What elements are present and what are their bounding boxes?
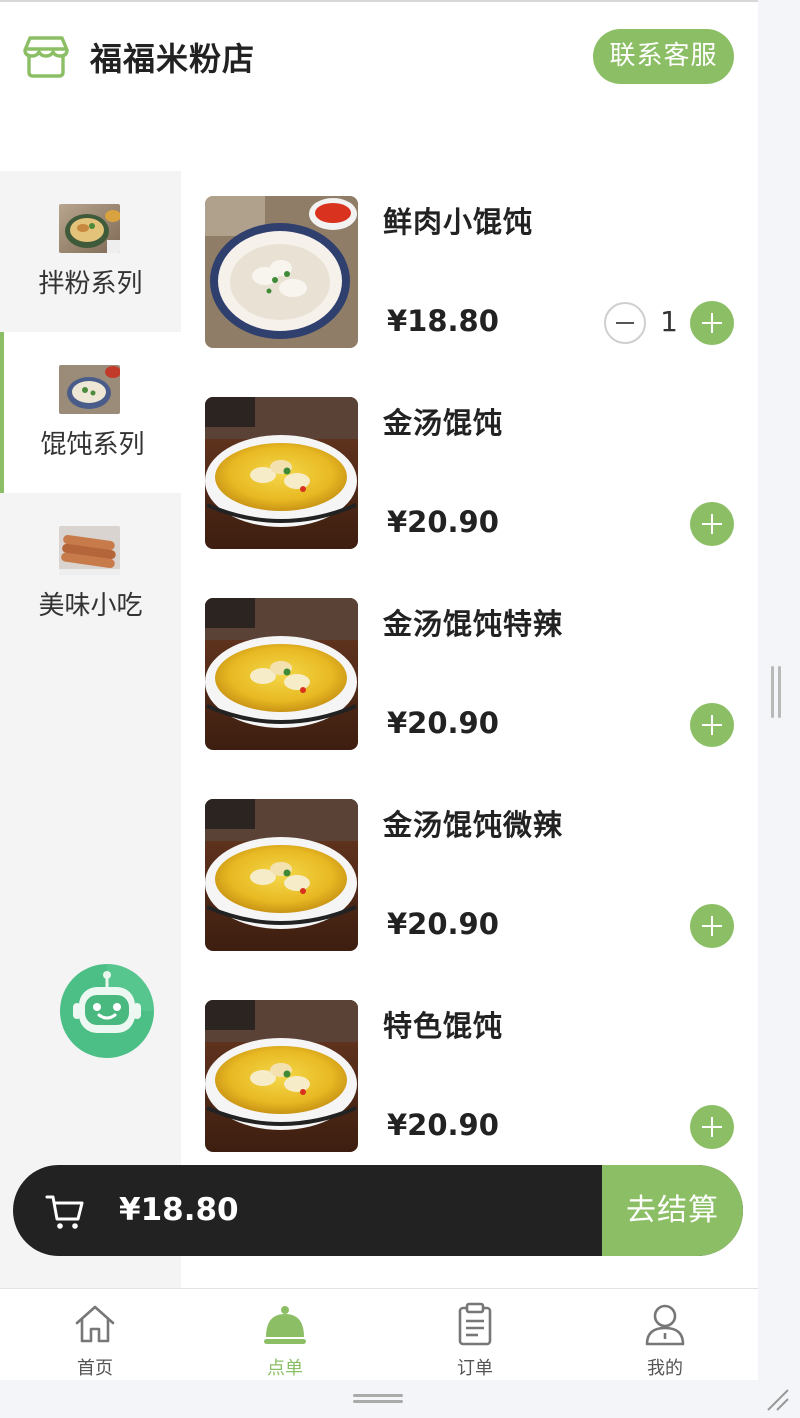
tab-label: 点单 xyxy=(267,1358,303,1379)
product-list: 鲜肉小馄饨 ¥18.80 1 金汤馄饨 ¥20.90 金汤馄饨特辣 ¥20.90… xyxy=(181,171,758,1166)
product-quantity: 1 xyxy=(660,305,678,338)
home-indicator[interactable] xyxy=(353,1394,403,1406)
product-image xyxy=(205,1000,358,1152)
category-thumbnail xyxy=(59,204,120,253)
category-label: 拌粉系列 xyxy=(38,269,143,299)
tab-profile[interactable]: 我的 xyxy=(570,1289,758,1380)
product-item[interactable]: 鲜肉小馄饨 ¥18.80 1 xyxy=(181,171,758,372)
product-item[interactable]: 金汤馄饨 ¥20.90 xyxy=(181,372,758,573)
tab-order[interactable]: 点单 xyxy=(190,1289,380,1380)
decrease-quantity-button[interactable] xyxy=(604,302,646,344)
add-to-cart-button[interactable] xyxy=(690,703,734,747)
product-image xyxy=(205,397,358,549)
bottom-tab-bar: 首页 点单 订单 我的 xyxy=(0,1288,758,1380)
product-item[interactable]: 金汤馄饨微辣 ¥20.90 xyxy=(181,774,758,975)
user-icon xyxy=(645,1304,685,1346)
tab-label: 首页 xyxy=(77,1358,113,1379)
product-name: 特色馄饨 xyxy=(383,1009,504,1043)
product-name: 金汤馄饨 xyxy=(383,406,504,440)
category-thumbnail xyxy=(59,365,120,414)
cart-icon xyxy=(45,1195,84,1229)
category-thumbnail xyxy=(59,526,120,575)
category-label: 美味小吃 xyxy=(38,591,143,621)
category-item-wonton[interactable]: 馄饨系列 xyxy=(0,332,181,493)
product-item[interactable]: 金汤馄饨特辣 ¥20.90 xyxy=(181,573,758,774)
cloche-icon xyxy=(264,1306,306,1344)
tab-label: 我的 xyxy=(647,1358,683,1379)
cart-bar[interactable]: ¥18.80 去结算 xyxy=(13,1165,743,1256)
shop-icon xyxy=(23,36,69,78)
product-name: 鲜肉小馄饨 xyxy=(383,205,534,239)
checkout-button[interactable]: 去结算 xyxy=(602,1165,743,1256)
shop-name: 福福米粉店 xyxy=(90,40,256,78)
category-sidebar: 拌粉系列 馄饨系列 美味小吃 xyxy=(0,171,181,1288)
product-price: ¥20.90 xyxy=(387,907,499,941)
product-image xyxy=(205,196,358,348)
resize-grip-icon[interactable] xyxy=(764,1386,790,1412)
product-price: ¥20.90 xyxy=(387,706,499,740)
product-name: 金汤馄饨特辣 xyxy=(383,607,564,641)
category-item-mixed-noodles[interactable]: 拌粉系列 xyxy=(0,171,181,332)
product-image xyxy=(205,598,358,750)
tab-label: 订单 xyxy=(457,1358,493,1379)
product-item[interactable]: 特色馄饨 ¥20.90 xyxy=(181,975,758,1176)
product-name: 金汤馄饨微辣 xyxy=(383,808,564,842)
product-image xyxy=(205,799,358,951)
split-drag-handle[interactable] xyxy=(771,666,783,718)
category-label: 馄饨系列 xyxy=(40,430,145,460)
cart-total: ¥18.80 xyxy=(119,1192,239,1228)
home-icon xyxy=(75,1305,115,1343)
clipboard-icon xyxy=(458,1302,492,1346)
product-price: ¥20.90 xyxy=(387,505,499,539)
add-to-cart-button[interactable] xyxy=(690,904,734,948)
product-price: ¥20.90 xyxy=(387,1108,499,1142)
app-window: 福福米粉店 联系客服 拌粉系列 馄饨系列 美味小吃 鲜肉小馄饨 ¥18.80 1… xyxy=(0,0,758,1380)
product-price: ¥18.80 xyxy=(387,304,499,338)
header: 福福米粉店 联系客服 xyxy=(0,2,758,112)
tab-orders[interactable]: 订单 xyxy=(380,1289,570,1380)
add-to-cart-button[interactable] xyxy=(690,301,734,345)
contact-service-button[interactable]: 联系客服 xyxy=(593,29,734,84)
category-item-snacks[interactable]: 美味小吃 xyxy=(0,493,181,654)
robot-assistant-icon[interactable] xyxy=(59,963,155,1059)
add-to-cart-button[interactable] xyxy=(690,502,734,546)
tab-home[interactable]: 首页 xyxy=(0,1289,190,1380)
add-to-cart-button[interactable] xyxy=(690,1105,734,1149)
